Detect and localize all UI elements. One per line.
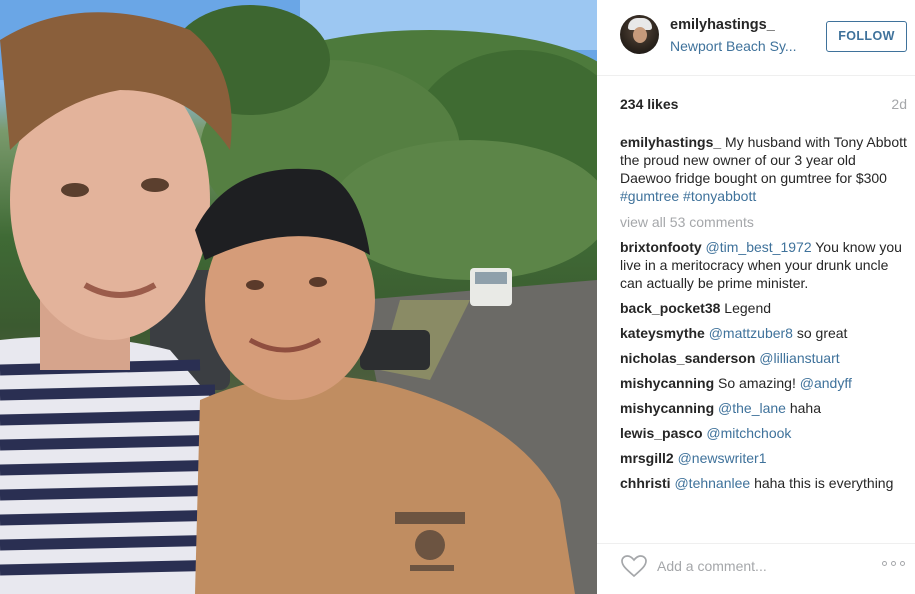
heart-outline-icon[interactable] — [620, 554, 648, 578]
comment-text: so great — [792, 325, 848, 341]
comment-mention[interactable]: @newswriter1 — [678, 450, 767, 466]
comment-item: chhristi @tehnanlee haha this is everyth… — [620, 474, 910, 492]
header-username[interactable]: emilyhastings_ — [670, 17, 775, 33]
hashtag-gumtree[interactable]: #gumtree — [620, 188, 679, 204]
comment-item: mrsgill2 @newswriter1 — [620, 449, 910, 467]
post-sidebar: emilyhastings_ Newport Beach Sy... FOLLO… — [597, 0, 915, 594]
comment-item: mishycanning So amazing! @andyff — [620, 374, 910, 392]
comment-bar — [597, 543, 915, 594]
post-time[interactable]: 2d — [891, 96, 907, 112]
avatar-face-shape — [633, 27, 647, 43]
comment-item: brixtonfooty @tim_best_1972 You know you… — [620, 238, 910, 292]
hashtag-tonyabbott[interactable]: #tonyabbott — [683, 188, 756, 204]
comment-text: haha this is everything — [750, 475, 894, 491]
caption-username[interactable]: emilyhastings_ — [620, 134, 721, 150]
more-dot — [891, 561, 896, 566]
comment-mention[interactable]: @tehnanlee — [674, 475, 750, 491]
comment-text: So amazing! — [714, 375, 800, 391]
more-options-icon[interactable] — [882, 559, 908, 569]
post-photo-art — [0, 0, 597, 594]
comment-item: kateysmythe @mattzuber8 so great — [620, 324, 910, 342]
comment-username[interactable]: mrsgill2 — [620, 450, 674, 466]
comment-mention[interactable]: @tim_best_1972 — [706, 239, 812, 255]
comment-mention[interactable]: @the_lane — [718, 400, 786, 416]
add-comment-input[interactable] — [657, 555, 867, 577]
comment-username[interactable]: nicholas_sanderson — [620, 350, 755, 366]
comment-username[interactable]: kateysmythe — [620, 325, 705, 341]
comment-username[interactable]: lewis_pasco — [620, 425, 703, 441]
comment-item: back_pocket38 Legend — [620, 299, 910, 317]
post-header: emilyhastings_ Newport Beach Sy... FOLLO… — [597, 0, 915, 76]
avatar[interactable] — [620, 15, 659, 54]
comment-item: lewis_pasco @mitchchook — [620, 424, 910, 442]
comment-item: mishycanning @the_lane haha — [620, 399, 910, 417]
post-photo[interactable] — [0, 0, 597, 594]
follow-button[interactable]: FOLLOW — [826, 21, 907, 52]
comment-text: haha — [785, 400, 822, 416]
comment-mention[interactable]: @lillianstuart — [759, 350, 839, 366]
header-location[interactable]: Newport Beach Sy... — [670, 38, 797, 54]
caption: emilyhastings_ My husband with Tony Abbo… — [620, 133, 910, 205]
comment-mention[interactable]: @andyff — [800, 375, 852, 391]
view-all-comments-link[interactable]: view all 53 comments — [620, 213, 910, 231]
comments-section: emilyhastings_ My husband with Tony Abbo… — [620, 133, 910, 499]
more-dot — [882, 561, 887, 566]
comment-username[interactable]: back_pocket38 — [620, 300, 720, 316]
comment-text: Legend — [720, 300, 772, 316]
comment-username[interactable]: brixtonfooty — [620, 239, 702, 255]
comment-username[interactable]: mishycanning — [620, 400, 714, 416]
comment-username[interactable]: mishycanning — [620, 375, 714, 391]
comment-username[interactable]: chhristi — [620, 475, 671, 491]
comment-mention[interactable]: @mattzuber8 — [709, 325, 793, 341]
post-stats: 234 likes 2d — [620, 96, 907, 114]
likes-count[interactable]: 234 likes — [620, 96, 678, 112]
comment-mention[interactable]: @mitchchook — [706, 425, 791, 441]
comment-item: nicholas_sanderson @lillianstuart — [620, 349, 910, 367]
more-dot — [900, 561, 905, 566]
